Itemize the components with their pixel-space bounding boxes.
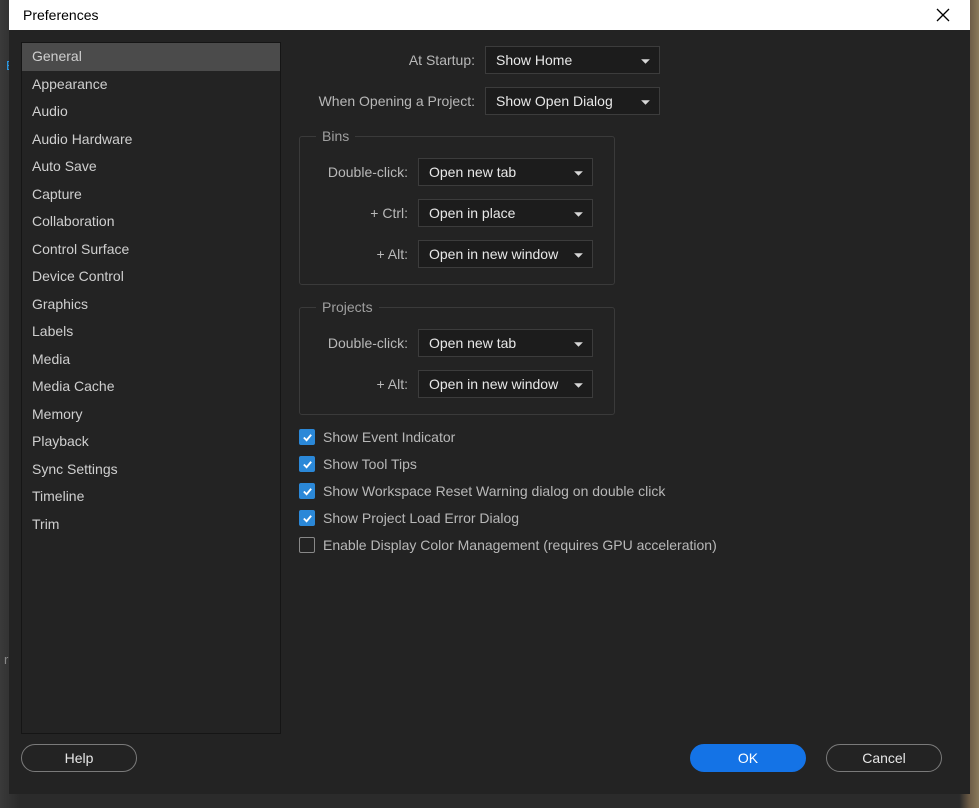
dialog-body: GeneralAppearanceAudioAudio HardwareAuto… [9, 30, 970, 794]
sidebar-item-appearance[interactable]: Appearance [22, 71, 280, 99]
checkbox-show-project-load-error[interactable] [299, 510, 315, 526]
ok-button[interactable]: OK [690, 744, 806, 772]
chevron-down-icon [573, 378, 584, 394]
legend-projects: Projects [316, 299, 379, 315]
sidebar-item-memory[interactable]: Memory [22, 401, 280, 429]
split-pane: GeneralAppearanceAudioAudio HardwareAuto… [21, 42, 958, 734]
select-projects-alt[interactable]: Open in new window [418, 370, 593, 398]
select-at-startup[interactable]: Show Home [485, 46, 660, 74]
checkbox-label: Show Workspace Reset Warning dialog on d… [323, 483, 665, 499]
select-value: Show Home [496, 52, 572, 68]
select-bins-alt[interactable]: Open in new window [418, 240, 593, 268]
check-icon [302, 459, 313, 470]
select-value: Open in new window [429, 246, 558, 262]
checkbox-row-show-project-load-error: Show Project Load Error Dialog [299, 510, 946, 526]
check-icon [302, 432, 313, 443]
sidebar-item-audio-hardware[interactable]: Audio Hardware [22, 126, 280, 154]
chevron-down-icon [573, 207, 584, 223]
bg-letter-r: r [4, 652, 8, 667]
select-value: Open in place [429, 205, 515, 221]
chevron-down-icon [573, 166, 584, 182]
checkbox-show-event-indicator[interactable] [299, 429, 315, 445]
sidebar-item-graphics[interactable]: Graphics [22, 291, 280, 319]
dialog-footer: Help OK Cancel [21, 734, 958, 782]
legend-bins: Bins [316, 128, 355, 144]
checkbox-label: Show Tool Tips [323, 456, 417, 472]
select-projects-doubleclick[interactable]: Open new tab [418, 329, 593, 357]
close-icon [936, 8, 950, 22]
chevron-down-icon [640, 54, 651, 70]
checkbox-label: Show Project Load Error Dialog [323, 510, 519, 526]
checkbox-list: Show Event Indicator Show Tool Tips Show W… [299, 429, 946, 553]
sidebar-item-media-cache[interactable]: Media Cache [22, 373, 280, 401]
label-at-startup: At Startup: [299, 52, 475, 68]
label-projects-alt: + Alt: [316, 376, 408, 392]
chevron-down-icon [573, 248, 584, 264]
checkbox-enable-display-color-management[interactable] [299, 537, 315, 553]
select-open-project[interactable]: Show Open Dialog [485, 87, 660, 115]
checkbox-show-tool-tips[interactable] [299, 456, 315, 472]
label-projects-doubleclick: Double-click: [316, 335, 408, 351]
sidebar-item-playback[interactable]: Playback [22, 428, 280, 456]
checkbox-label: Enable Display Color Management (require… [323, 537, 717, 553]
checkbox-label: Show Event Indicator [323, 429, 455, 445]
sidebar-item-collaboration[interactable]: Collaboration [22, 208, 280, 236]
sidebar-item-labels[interactable]: Labels [22, 318, 280, 346]
row-bins-doubleclick: Double-click: Open new tab [316, 158, 598, 186]
label-open-project: When Opening a Project: [299, 93, 475, 109]
checkbox-show-workspace-reset-warning[interactable] [299, 483, 315, 499]
sidebar-item-trim[interactable]: Trim [22, 511, 280, 539]
sidebar-item-audio[interactable]: Audio [22, 98, 280, 126]
titlebar: Preferences [9, 0, 970, 30]
select-value: Open new tab [429, 164, 516, 180]
select-bins-ctrl[interactable]: Open in place [418, 199, 593, 227]
select-value: Show Open Dialog [496, 93, 613, 109]
check-icon [302, 513, 313, 524]
general-settings-panel: At Startup: Show Home When Opening a Pro… [281, 42, 958, 734]
label-bins-alt: + Alt: [316, 246, 408, 262]
row-at-startup: At Startup: Show Home [299, 46, 946, 74]
select-bins-doubleclick[interactable]: Open new tab [418, 158, 593, 186]
category-sidebar: GeneralAppearanceAudioAudio HardwareAuto… [21, 42, 281, 734]
check-icon [302, 486, 313, 497]
help-button[interactable]: Help [21, 744, 137, 772]
checkbox-row-show-event-indicator: Show Event Indicator [299, 429, 946, 445]
close-button[interactable] [928, 0, 958, 30]
row-bins-alt: + Alt: Open in new window [316, 240, 598, 268]
sidebar-item-media[interactable]: Media [22, 346, 280, 374]
chevron-down-icon [640, 95, 651, 111]
label-bins-doubleclick: Double-click: [316, 164, 408, 180]
sidebar-item-sync-settings[interactable]: Sync Settings [22, 456, 280, 484]
checkbox-row-show-workspace-reset-warning: Show Workspace Reset Warning dialog on d… [299, 483, 946, 499]
group-bins: Bins Double-click: Open new tab + Ctrl: … [299, 128, 615, 285]
cancel-button[interactable]: Cancel [826, 744, 942, 772]
row-projects-doubleclick: Double-click: Open new tab [316, 329, 598, 357]
row-open-project: When Opening a Project: Show Open Dialog [299, 87, 946, 115]
select-value: Open new tab [429, 335, 516, 351]
checkbox-row-show-tool-tips: Show Tool Tips [299, 456, 946, 472]
sidebar-item-capture[interactable]: Capture [22, 181, 280, 209]
chevron-down-icon [573, 337, 584, 353]
preferences-dialog: Preferences GeneralAppearanceAudioAudio … [9, 0, 970, 794]
label-bins-ctrl: + Ctrl: [316, 205, 408, 221]
select-value: Open in new window [429, 376, 558, 392]
sidebar-item-timeline[interactable]: Timeline [22, 483, 280, 511]
sidebar-item-general[interactable]: General [22, 43, 280, 71]
sidebar-item-device-control[interactable]: Device Control [22, 263, 280, 291]
sidebar-item-control-surface[interactable]: Control Surface [22, 236, 280, 264]
row-bins-ctrl: + Ctrl: Open in place [316, 199, 598, 227]
row-projects-alt: + Alt: Open in new window [316, 370, 598, 398]
dialog-title: Preferences [23, 7, 98, 23]
sidebar-item-auto-save[interactable]: Auto Save [22, 153, 280, 181]
checkbox-row-enable-display-color-management: Enable Display Color Management (require… [299, 537, 946, 553]
group-projects: Projects Double-click: Open new tab + Al… [299, 299, 615, 415]
